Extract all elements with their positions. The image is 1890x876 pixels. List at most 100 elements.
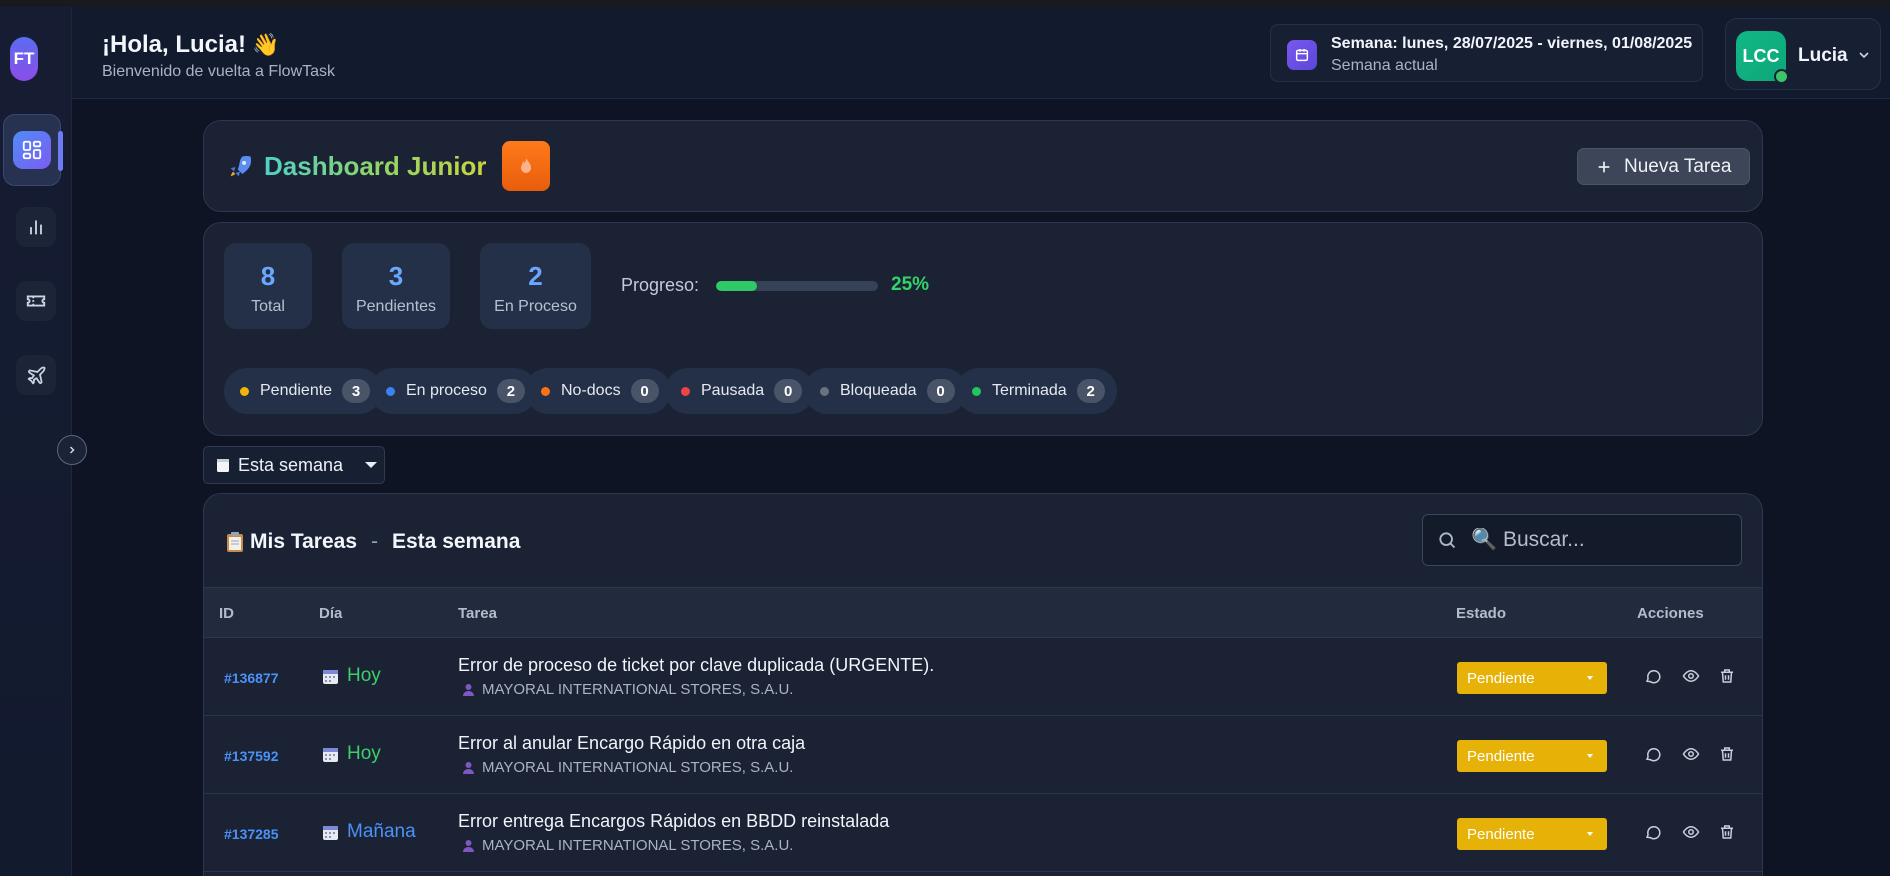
table-header: ID Día Tarea Estado Acciones xyxy=(204,587,1762,638)
column-header-status[interactable]: Estado xyxy=(1456,605,1506,622)
progress-label: Progreso: xyxy=(621,275,700,295)
stat-label: Total xyxy=(251,298,285,315)
caret-down-icon xyxy=(1587,676,1593,680)
column-header-task[interactable]: Tarea xyxy=(458,605,497,622)
stat-value: 2 xyxy=(528,261,543,291)
table-row[interactable]: #137285 Mañana Error entrega Encargos Rá… xyxy=(204,794,1762,872)
status-select[interactable]: Pendiente xyxy=(1457,740,1607,772)
stat-total: 8 Total xyxy=(224,243,312,329)
period-filter-select[interactable]: Esta semana xyxy=(203,446,385,484)
sidebar-item-travel[interactable] xyxy=(16,355,56,395)
status-chip-pendiente[interactable]: Pendiente 3 xyxy=(224,368,383,414)
user-icon xyxy=(463,683,474,696)
task-title[interactable]: Error entrega Encargos Rápidos en BBDD r… xyxy=(458,811,889,832)
app-logo[interactable]: FT xyxy=(10,37,38,81)
chip-label: No-docs xyxy=(561,382,621,399)
ticket-icon xyxy=(26,295,46,307)
calendar-icon xyxy=(323,747,338,762)
tasks-title: Mis Tareas xyxy=(250,530,357,553)
column-header-day[interactable]: Día xyxy=(319,605,342,622)
sidebar: FT xyxy=(0,7,87,876)
trash-icon[interactable] xyxy=(1718,745,1736,763)
stat-pending: 3 Pendientes xyxy=(342,243,450,329)
week-label: Semana actual xyxy=(1331,57,1438,74)
calendar-icon xyxy=(323,825,338,840)
chip-count: 0 xyxy=(630,379,659,403)
status-value: Pendiente xyxy=(1467,825,1535,843)
status-chip-bloqueada[interactable]: Bloqueada 0 xyxy=(804,368,967,414)
current-week-panel: Semana: lunes, 28/07/2025 - viernes, 01/… xyxy=(1270,24,1703,82)
view-icon[interactable] xyxy=(1682,745,1700,763)
new-task-button[interactable]: Nueva Tarea xyxy=(1577,148,1751,185)
bar-chart-icon xyxy=(30,220,42,235)
sidebar-toggle-button[interactable] xyxy=(57,435,87,465)
table-row[interactable]: #136877 Hoy Error de proceso de ticket p… xyxy=(204,638,1762,716)
column-header-actions: Acciones xyxy=(1637,605,1704,622)
status-chip-en-proceso[interactable]: En proceso 2 xyxy=(370,368,537,414)
task-title[interactable]: Error al anular Encargo Rápido en otra c… xyxy=(458,733,805,754)
status-dot xyxy=(820,386,829,396)
tasks-header: Mis Tareas - Esta semana xyxy=(226,530,520,554)
status-select[interactable]: Pendiente xyxy=(1457,818,1607,850)
wave-emoji: 👋 xyxy=(252,32,280,57)
view-icon[interactable] xyxy=(1682,823,1700,841)
welcome-subtitle: Bienvenido de vuelta a FlowTask xyxy=(102,63,336,80)
user-menu[interactable]: LCC Lucia xyxy=(1725,18,1881,90)
chip-label: Terminada xyxy=(992,382,1067,399)
view-icon[interactable] xyxy=(1682,667,1700,685)
caret-down-icon xyxy=(1587,832,1593,836)
status-chip-no-docs[interactable]: No-docs 0 xyxy=(525,368,671,414)
comment-icon[interactable] xyxy=(1644,667,1662,685)
stats-card: 8 Total 3 Pendientes 2 En Proceso Progre… xyxy=(203,222,1763,436)
new-task-label: Nueva Tarea xyxy=(1624,155,1732,177)
status-chip-terminada[interactable]: Terminada 2 xyxy=(956,368,1117,414)
tasks-card: Mis Tareas - Esta semana ID Día Tarea Es… xyxy=(203,493,1763,876)
task-id[interactable]: #137285 xyxy=(224,826,279,842)
task-client: MAYORAL INTERNATIONAL STORES, S.A.U. xyxy=(462,681,793,698)
chip-count: 2 xyxy=(1076,379,1105,403)
calendar-icon xyxy=(323,669,338,684)
chip-label: Pausada xyxy=(701,382,765,399)
greeting-text: ¡Hola, Lucia! xyxy=(102,31,247,58)
day-label: Hoy xyxy=(347,743,381,764)
window-top-strip xyxy=(0,0,1890,7)
caret-down-icon xyxy=(1587,754,1593,758)
trash-icon[interactable] xyxy=(1718,667,1736,685)
top-header: ¡Hola, Lucia! 👋 Bienvenido de vuelta a Fl… xyxy=(72,7,1890,99)
search-field[interactable] xyxy=(1422,514,1742,566)
stat-value: 8 xyxy=(260,261,276,291)
sidebar-item-stats[interactable] xyxy=(16,207,56,247)
status-select[interactable]: Pendiente xyxy=(1457,662,1607,694)
table-row[interactable]: #137592 Hoy Error al anular Encargo Rápi… xyxy=(204,716,1762,794)
comment-icon[interactable] xyxy=(1644,823,1662,841)
calendar-icon xyxy=(1287,40,1317,70)
week-range: Semana: lunes, 28/07/2025 - viernes, 01/… xyxy=(1331,35,1693,52)
task-id[interactable]: #137592 xyxy=(224,748,279,764)
trash-icon[interactable] xyxy=(1718,823,1736,841)
title-separator: - xyxy=(371,530,378,553)
status-dot xyxy=(541,386,550,396)
rocket-icon xyxy=(230,155,252,177)
stat-label: Pendientes xyxy=(355,298,437,315)
task-day: Mañana xyxy=(322,821,416,843)
task-title[interactable]: Error de proceso de ticket por clave dup… xyxy=(458,655,934,676)
dashboard-header-card: Dashboard Junior Nueva Tarea xyxy=(203,120,1763,212)
progress-fill xyxy=(716,281,757,291)
status-dot xyxy=(972,386,981,396)
client-name: MAYORAL INTERNATIONAL STORES, S.A.U. xyxy=(482,837,794,854)
user-icon xyxy=(463,839,474,852)
period-filter-value: Esta semana xyxy=(238,454,344,475)
status-chip-pausada[interactable]: Pausada 0 xyxy=(665,368,815,414)
page-title: Dashboard Junior xyxy=(264,151,487,181)
caret-down-icon xyxy=(365,462,378,468)
streak-badge[interactable] xyxy=(502,141,550,191)
sidebar-item-tickets[interactable] xyxy=(16,281,56,321)
sidebar-item-dashboard[interactable] xyxy=(3,114,63,186)
client-name: MAYORAL INTERNATIONAL STORES, S.A.U. xyxy=(482,681,794,698)
tasks-period: Esta semana xyxy=(392,530,521,553)
chevron-down-icon xyxy=(1859,52,1869,59)
comment-icon[interactable] xyxy=(1644,745,1662,763)
column-header-id[interactable]: ID xyxy=(219,605,234,622)
task-id[interactable]: #136877 xyxy=(224,670,279,686)
search-input[interactable] xyxy=(1471,528,1711,552)
